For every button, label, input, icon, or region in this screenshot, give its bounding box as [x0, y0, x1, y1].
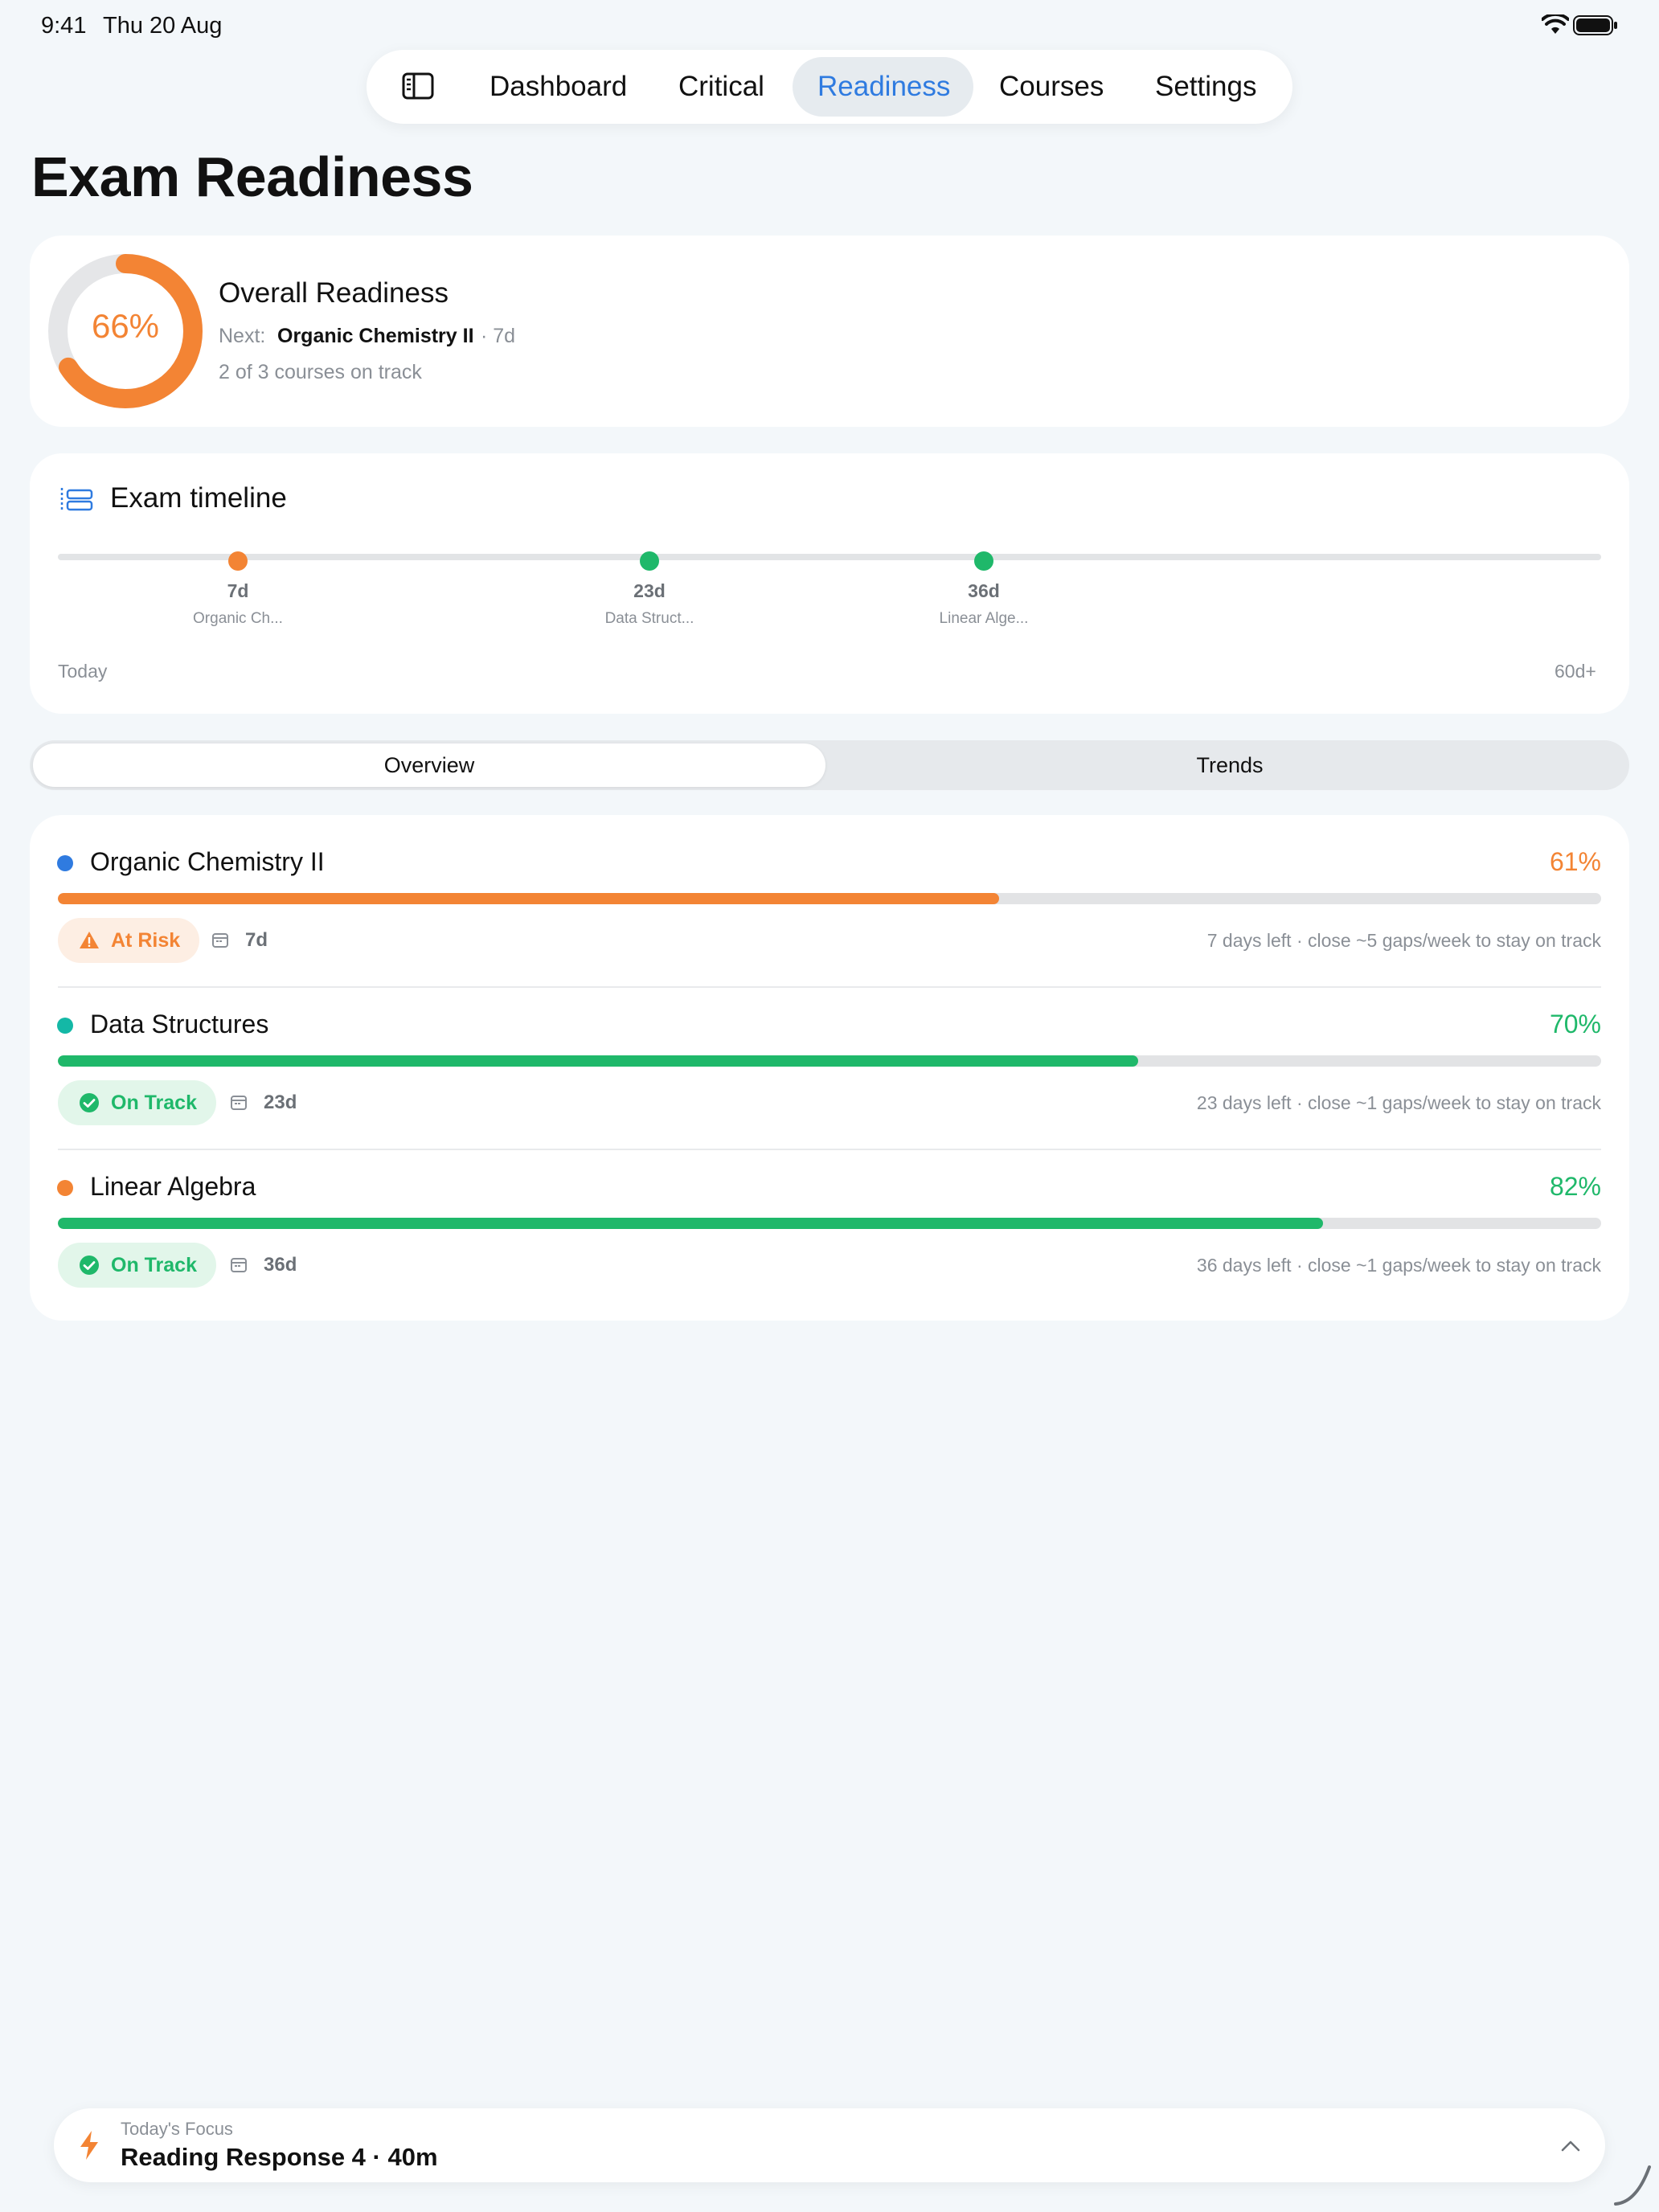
- course-percent: 61%: [1549, 847, 1601, 876]
- on-track-summary: 2 of 3 courses on track: [219, 361, 422, 383]
- next-label: Next:: [219, 325, 266, 347]
- course-percent: 82%: [1549, 1172, 1601, 1201]
- segment-trends[interactable]: Trends: [834, 743, 1626, 787]
- status-date: Thu 20 Aug: [103, 13, 223, 39]
- checkmark-circle-icon: [80, 1093, 99, 1112]
- timeline-days: 23d: [633, 580, 666, 601]
- overall-percent: 66%: [91, 307, 160, 345]
- timeline-end-label: 60d+: [1555, 661, 1596, 682]
- focus-title: Reading Response 4 · 40m: [121, 2143, 438, 2171]
- course-days-left: 7d: [245, 929, 268, 951]
- course-progress-fill: [58, 893, 1000, 904]
- timeline-marker-data-structures[interactable]: [640, 551, 659, 571]
- chevron-up-icon[interactable]: [1559, 2138, 1582, 2154]
- course-progress-fill: [58, 1055, 1138, 1067]
- course-note: 23 days left · close ~1 gaps/week to sta…: [1196, 1092, 1601, 1113]
- status-badge: At Risk: [58, 918, 200, 963]
- course-percent: 70%: [1549, 1010, 1601, 1038]
- course-name[interactable]: Linear Algebra: [90, 1172, 256, 1202]
- status-badge-label: At Risk: [111, 928, 181, 952]
- timeline-icon: [60, 488, 93, 512]
- status-badge: On Track: [58, 1243, 216, 1288]
- tab-readiness[interactable]: Readiness: [817, 68, 950, 106]
- course-readiness-list: [30, 815, 1629, 1321]
- course-progress-bar: [58, 893, 1601, 904]
- timeline-title: Exam timeline: [110, 482, 287, 514]
- timeline-course-name: Linear Alge...: [939, 610, 1029, 627]
- course-days-left: 36d: [264, 1254, 297, 1276]
- next-days: · 7d: [481, 325, 516, 347]
- tab-courses[interactable]: Courses: [999, 68, 1104, 106]
- status-time: 9:41: [41, 13, 87, 39]
- course-note: 36 days left · close ~1 gaps/week to sta…: [1196, 1255, 1601, 1276]
- timeline-course-name: Organic Ch...: [193, 610, 283, 627]
- divider: [58, 986, 1601, 988]
- warning-icon: [80, 932, 99, 948]
- course-days-left: 23d: [264, 1092, 297, 1113]
- tab-dashboard[interactable]: Dashboard: [490, 68, 627, 106]
- timeline-days: 36d: [968, 580, 1000, 601]
- wifi-icon: [1542, 14, 1569, 34]
- course-color-dot: [57, 1180, 73, 1196]
- timeline-marker-organic-chemistry[interactable]: [228, 551, 248, 571]
- course-color-dot: [57, 1018, 73, 1034]
- status-badge: On Track: [58, 1080, 216, 1125]
- tab-settings[interactable]: Settings: [1155, 68, 1256, 106]
- calendar-icon: [231, 1096, 247, 1110]
- status-badge-label: On Track: [111, 1253, 197, 1276]
- focus-label: Today's Focus: [121, 2119, 233, 2139]
- lightning-bolt-icon: [80, 2131, 98, 2160]
- overall-title: Overall Readiness: [219, 277, 449, 309]
- course-note: 7 days left · close ~5 gaps/week to stay…: [1206, 930, 1601, 951]
- page-title: Exam Readiness: [31, 145, 473, 208]
- next-course[interactable]: Organic Chemistry II: [277, 325, 474, 348]
- timeline-marker-linear-algebra[interactable]: [974, 551, 993, 571]
- timeline-track: [58, 554, 1601, 560]
- course-progress-bar: [58, 1218, 1601, 1229]
- divider: [58, 1149, 1601, 1150]
- tab-critical[interactable]: Critical: [678, 68, 764, 106]
- calendar-icon: [212, 933, 228, 948]
- course-name[interactable]: Organic Chemistry II: [90, 847, 325, 877]
- timeline-course-name: Data Struct...: [604, 610, 694, 627]
- resize-handle-icon[interactable]: [1612, 2162, 1653, 2207]
- timeline-start-label: Today: [58, 661, 108, 682]
- course-progress-fill: [58, 1218, 1324, 1229]
- course-name[interactable]: Data Structures: [90, 1010, 268, 1039]
- status-badge-label: On Track: [111, 1091, 197, 1114]
- battery-icon: [1573, 15, 1617, 35]
- sidebar-toggle-icon[interactable]: [399, 71, 437, 103]
- course-progress-bar: [58, 1055, 1601, 1067]
- course-color-dot: [57, 855, 73, 871]
- timeline-days: 7d: [227, 580, 249, 601]
- calendar-icon: [231, 1258, 247, 1272]
- checkmark-circle-icon: [80, 1256, 99, 1275]
- segment-overview[interactable]: Overview: [33, 743, 825, 787]
- overall-readiness-card: [30, 236, 1629, 427]
